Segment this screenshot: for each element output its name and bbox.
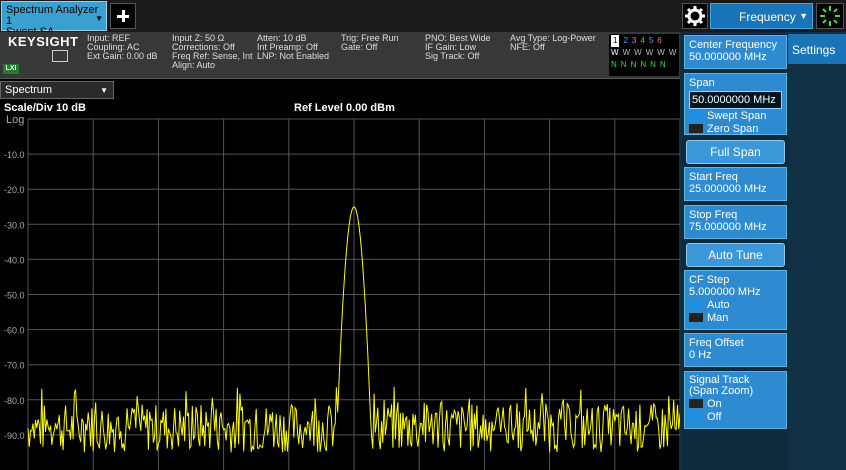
y-tick-label: -60.0 [4,326,25,336]
tab-settings[interactable]: Settings [788,34,846,64]
y-tick-label: -20.0 [4,185,25,195]
cf-step-man-option[interactable]: Man [689,313,782,324]
info-col-trigger: Trig: Free Run Gate: Off [341,33,399,52]
center-frequency-key[interactable]: Center Frequency 50.000000 MHz [684,35,787,69]
scale-per-div: Scale/Div 10 dB [4,102,86,114]
monitor-icon [52,50,68,62]
add-screen-button[interactable] [110,3,136,29]
frequency-menu-button[interactable]: Frequency ▼ [710,3,813,29]
freq-offset-key[interactable]: Freq Offset 0 Hz [684,333,787,367]
toggle-off-indicator [689,124,703,133]
cf-step-label: CF Step [689,274,730,286]
center-frequency-value: 50.000000 MHz [689,51,767,63]
toggle-off-indicator [689,313,703,322]
auto-tune-button[interactable]: Auto Tune [686,243,785,267]
span-key[interactable]: Span 50.0000000 MHz Swept Span Zero Span [684,73,787,135]
y-tick-label: -10.0 [4,150,25,160]
stop-freq-label: Stop Freq [689,209,738,221]
frequency-menu-label: Frequency [739,10,796,24]
busy-spinner-icon[interactable] [816,3,844,29]
y-tick-label: -30.0 [4,220,25,230]
reference-level: Ref Level 0.00 dBm [294,102,395,114]
y-tick-label: -80.0 [4,396,25,406]
brand-logo: KEYSIGHT [8,34,79,49]
chevron-down-icon: ▼ [799,11,808,21]
top-bar: Spectrum Analyzer 1 Swept SA ▼ Frequency… [0,0,846,38]
y-tick-label: -50.0 [4,291,25,301]
start-freq-label: Start Freq [689,171,738,183]
mode-tab-line1: Spectrum Analyzer 1 [6,4,99,27]
stop-freq-value: 75.000000 MHz [689,221,767,233]
spectrum-plot[interactable]: -10.0 -20.0 -30.0 -40.0 -50.0 -60.0 -70.0 -80.0… [0,100,680,470]
info-col-impedance: Input Z: 50 Ω Corrections: Off Freq Ref: S… [172,33,253,70]
start-freq-value: 25.000000 MHz [689,183,767,195]
stop-freq-key[interactable]: Stop Freq 75.000000 MHz [684,205,787,239]
info-col-input: Input: REF Coupling: AC Ext Gain: 0.00 dB [87,33,158,61]
toggle-on-indicator [689,111,703,120]
signal-track-off-option[interactable]: Off [689,412,782,423]
span-label: Span [689,77,715,89]
center-frequency-label: Center Frequency [689,39,778,51]
lxi-badge: LXI [3,64,19,74]
cf-step-value: 5.000000 MHz [689,286,761,298]
mode-tab[interactable]: Spectrum Analyzer 1 Swept SA ▼ [1,1,107,38]
y-tick-label: -90.0 [4,431,25,441]
toggle-on-indicator [689,300,703,309]
y-tick-labels: -10.0 -20.0 -30.0 -40.0 -50.0 -60.0 -70.0 -80.0… [4,150,25,441]
signal-track-on-option[interactable]: On [689,399,782,410]
toggle-off-indicator [689,399,703,408]
chevron-down-icon: ▼ [95,14,103,23]
freq-offset-value: 0 Hz [689,349,712,361]
signal-track-key[interactable]: Signal Track (Span Zoom) On Off [684,371,787,429]
toggle-on-indicator [689,412,703,421]
cf-step-auto-option[interactable]: Auto [689,300,782,311]
info-col-pno: PNO: Best Wide IF Gain: Low Sig Track: Off [425,33,491,61]
swept-span-option[interactable]: Swept Span [689,111,782,122]
zero-span-option[interactable]: Zero Span [689,124,782,135]
window-selector-dropdown[interactable]: Spectrum ▼ [0,81,114,99]
log-scale-label: Log [6,114,25,126]
y-tick-label: -70.0 [4,361,25,371]
measurement-info-bar[interactable]: KEYSIGHT LXI Input: REF Coupling: AC Ext G… [0,32,680,79]
signal-track-sublabel: (Span Zoom) [689,385,754,397]
gear-icon[interactable] [682,3,708,29]
span-input[interactable]: 50.0000000 MHz [689,91,782,109]
info-col-atten: Atten: 10 dB Int Preamp: Off LNP: Not Enab… [257,33,330,61]
start-freq-key[interactable]: Start Freq 25.000000 MHz [684,167,787,201]
y-tick-label: -40.0 [4,255,25,265]
window-selector-label: Spectrum [5,84,53,96]
brand-block: KEYSIGHT LXI [0,32,84,79]
info-col-avg: Avg Type: Log-Power NFE: Off [510,33,596,52]
full-span-button[interactable]: Full Span [686,140,785,164]
freq-offset-label: Freq Offset [689,337,744,349]
trace-indicator-grid[interactable]: 1 2 3 4 5 6 WWWWWW NNNNNN [609,34,679,76]
chevron-down-icon: ▼ [100,86,108,95]
cf-step-key[interactable]: CF Step 5.000000 MHz Auto Man [684,270,787,330]
